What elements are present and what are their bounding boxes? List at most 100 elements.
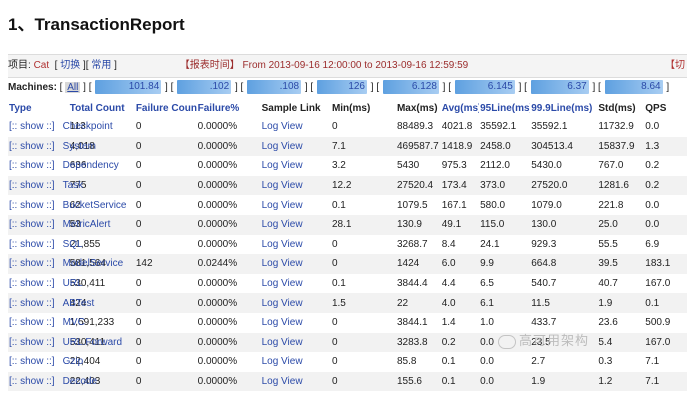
std-cell: 55.5 <box>598 238 618 250</box>
log-view-link[interactable]: Log View <box>262 239 303 250</box>
p95-cell: 0.0 <box>480 356 494 368</box>
log-view-link[interactable]: Log View <box>262 160 303 171</box>
table-row: [:: show ::] URL 530,411 0 0.0000% Log View 0.… <box>8 274 687 294</box>
min-cell: 0.1 <box>331 199 346 211</box>
machine-link[interactable]: 6.37 <box>530 80 589 95</box>
show-link[interactable]: [:: show ::] <box>9 180 55 191</box>
qps-cell: 0.0 <box>644 214 687 235</box>
table-header-row: Type Total Count Failure Count Failure% … <box>8 100 687 117</box>
transaction-type-link[interactable]: BucketService <box>63 200 127 211</box>
type-cell: [:: show ::] BucketService <box>8 195 127 215</box>
fail-cell: 0 <box>134 175 197 196</box>
common-projects-link[interactable]: 常用 <box>91 60 111 71</box>
machine-link[interactable]: 8.64 <box>604 80 663 95</box>
failpct-cell: 0.0244% <box>196 254 261 274</box>
show-link[interactable]: [:: show ::] <box>9 356 55 367</box>
max-cell: 3268.7 <box>396 238 428 250</box>
machine-all-link[interactable]: All <box>65 82 81 93</box>
switch-project-link[interactable]: 切换 <box>60 60 80 71</box>
machine-link[interactable]: .102 <box>177 80 232 95</box>
log-view-link[interactable]: Log View <box>262 337 303 348</box>
show-link[interactable]: [:: show ::] <box>9 317 55 328</box>
max-cell: 1079.5 <box>396 199 428 211</box>
transaction-type-link[interactable]: Task <box>63 180 84 191</box>
transaction-type-link[interactable]: Checkpoint <box>63 121 113 132</box>
report-mode-switch[interactable]: 【切 <box>665 55 685 77</box>
show-link[interactable]: [:: show ::] <box>9 337 55 348</box>
report-meta-bar: 项目: Cat [ 切换 ][ 常用 ] 【报表时间】 From 2013-09… <box>8 54 687 78</box>
machine-entry: [ 101.84 ] <box>88 80 168 95</box>
machine-link[interactable]: .108 <box>247 80 302 95</box>
machine-link[interactable]: 101.84 <box>95 80 162 95</box>
min-cell: 28.1 <box>330 214 396 235</box>
std-cell: 221.8 <box>598 199 624 211</box>
show-link[interactable]: [:: show ::] <box>9 200 55 211</box>
transaction-type-link[interactable]: System <box>63 141 96 152</box>
type-cell: [:: show ::] Dependency <box>8 156 119 176</box>
show-link[interactable]: [:: show ::] <box>9 160 55 171</box>
col-total-count[interactable]: Total Count <box>69 100 135 117</box>
fail-cell: 0 <box>135 199 142 211</box>
log-view-link[interactable]: Log View <box>262 298 303 309</box>
max-cell: 1424 <box>395 254 441 274</box>
transaction-type-link[interactable]: Decode <box>63 376 97 387</box>
show-link[interactable]: [:: show ::] <box>9 239 55 250</box>
machine-link[interactable]: 126 <box>317 80 367 95</box>
failpct-cell: 0.0000% <box>197 317 238 329</box>
transaction-type-link[interactable]: Gzip <box>63 356 84 367</box>
show-link[interactable]: [:: show ::] <box>9 376 55 387</box>
fail-cell: 0 <box>134 136 197 157</box>
log-view-link[interactable]: Log View <box>262 200 303 211</box>
failpct-cell: 0.0000% <box>196 136 261 157</box>
type-cell: [:: show ::] MVC <box>8 313 85 333</box>
transaction-type-link[interactable]: Dependency <box>63 160 119 171</box>
col-95line[interactable]: 95Line(ms) <box>479 100 530 117</box>
col-failure-pct[interactable]: Failure% <box>197 100 261 117</box>
fail-cell: 142 <box>134 254 197 274</box>
transaction-type-link[interactable]: MVC <box>63 317 85 328</box>
transaction-type-link[interactable]: ABTest <box>63 298 95 309</box>
min-cell: 0 <box>330 332 396 353</box>
qps-cell: 167.0 <box>645 278 671 290</box>
col-999line[interactable]: 99.9Line(ms) <box>530 100 597 117</box>
log-view-link[interactable]: Log View <box>262 180 303 191</box>
transaction-type-link[interactable]: SQL <box>63 239 83 250</box>
transaction-type-link[interactable]: MetricAlert <box>63 219 111 230</box>
failpct-cell: 0.0000% <box>197 278 238 290</box>
min-cell: 12.2 <box>330 175 396 196</box>
col-failure-count[interactable]: Failure Count <box>135 100 197 117</box>
std-cell: 15837.9 <box>597 136 645 157</box>
log-view-link[interactable]: Log View <box>262 356 303 367</box>
type-cell: [:: show ::] Decode <box>8 371 97 392</box>
show-link[interactable]: [:: show ::] <box>9 298 55 309</box>
sample-link-cell: Log View <box>261 274 331 294</box>
machine-link[interactable]: 6.128 <box>382 80 439 95</box>
show-link[interactable]: [:: show ::] <box>9 258 55 269</box>
show-link[interactable]: [:: show ::] <box>9 278 55 289</box>
std-cell: 25.0 <box>597 214 645 235</box>
log-view-link[interactable]: Log View <box>262 317 303 328</box>
machine-link[interactable]: 6.145 <box>454 80 515 95</box>
avg-cell: 173.4 <box>440 175 480 196</box>
log-view-link[interactable]: Log View <box>262 258 303 269</box>
type-cell: [:: show ::] ABTest <box>8 293 94 313</box>
transaction-type-link[interactable]: URL.Forward <box>63 337 122 348</box>
log-view-link[interactable]: Log View <box>262 376 303 387</box>
col-type[interactable]: Type <box>8 100 69 117</box>
show-link[interactable]: [:: show ::] <box>9 141 55 152</box>
show-link[interactable]: [:: show ::] <box>9 121 55 132</box>
transaction-type-link[interactable]: ModelService <box>63 258 124 269</box>
p999-cell: 2.7 <box>531 356 546 368</box>
log-view-link[interactable]: Log View <box>262 278 303 289</box>
log-view-link[interactable]: Log View <box>262 121 303 132</box>
col-avg[interactable]: Avg(ms) <box>441 100 479 117</box>
show-link[interactable]: [:: show ::] <box>9 219 55 230</box>
min-cell: 0 <box>330 371 396 392</box>
log-view-link[interactable]: Log View <box>262 141 303 152</box>
log-view-link[interactable]: Log View <box>262 219 303 230</box>
max-cell: 85.8 <box>396 356 417 368</box>
p95-cell: 115.0 <box>479 214 531 235</box>
transaction-type-link[interactable]: URL <box>63 278 83 289</box>
min-cell: 0.1 <box>331 278 346 290</box>
fail-cell: 0 <box>134 332 197 353</box>
